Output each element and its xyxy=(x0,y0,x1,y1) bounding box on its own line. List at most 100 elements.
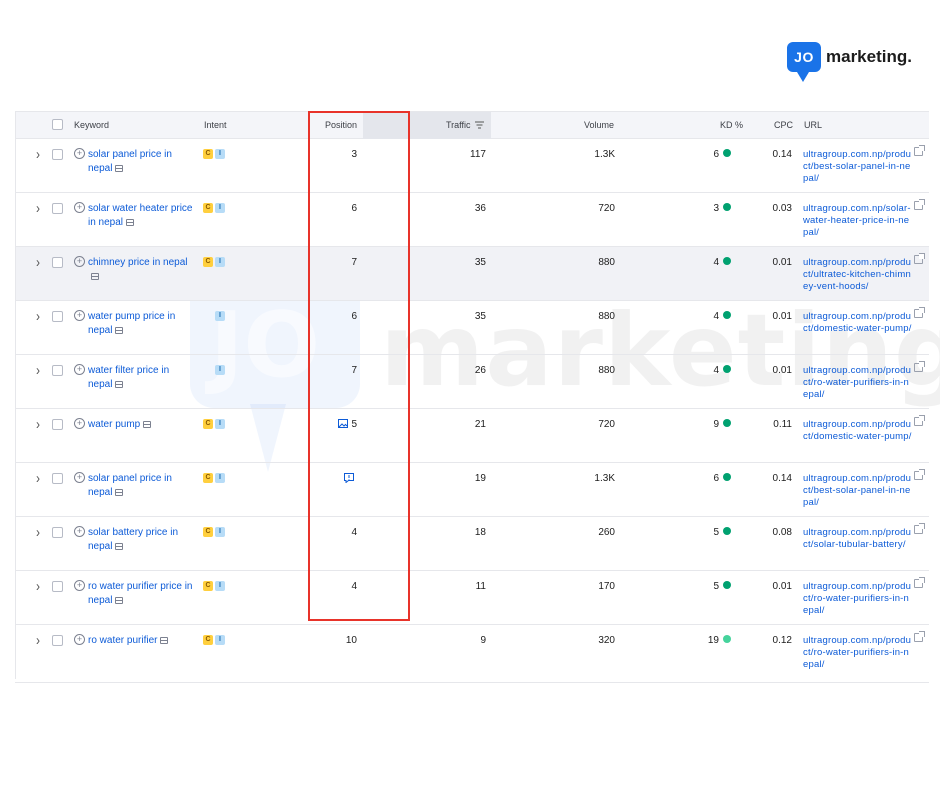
position-value: 6 xyxy=(316,311,357,322)
external-link-icon[interactable] xyxy=(914,469,925,480)
external-link-icon[interactable] xyxy=(914,415,925,426)
external-link-icon[interactable] xyxy=(914,577,925,588)
table-row[interactable]: › + water pump C I 5 21 720 9 0.11 ultragroup.com.… xyxy=(16,409,929,463)
serp-icon[interactable] xyxy=(115,165,124,172)
review-icon xyxy=(344,473,354,483)
intent-informational-badge: I xyxy=(215,365,225,375)
url-link[interactable]: ultragroup.com.np/solar-water-heater-pri… xyxy=(803,203,913,239)
keyword-link[interactable]: chimney price in nepal xyxy=(88,256,193,284)
header-intent[interactable]: Intent xyxy=(204,112,227,139)
serp-icon[interactable] xyxy=(115,543,124,550)
expand-chevron-icon[interactable]: › xyxy=(36,200,40,217)
url-link[interactable]: ultragroup.com.np/product/ultratec-kitch… xyxy=(803,257,913,293)
serp-icon[interactable] xyxy=(160,637,169,644)
url-link[interactable]: ultragroup.com.np/product/ro-water-purif… xyxy=(803,581,913,617)
serp-icon[interactable] xyxy=(143,421,152,428)
url-link[interactable]: ultragroup.com.np/product/best-solar-pan… xyxy=(803,149,913,185)
table-row[interactable]: › + solar panel price in nepal C I 19 1.3K 6 0.1… xyxy=(16,463,929,517)
keyword-link[interactable]: water pump xyxy=(88,418,193,432)
serp-icon[interactable] xyxy=(115,381,124,388)
header-kd[interactable]: KD % xyxy=(720,112,743,139)
header-cpc[interactable]: CPC xyxy=(774,112,793,139)
expand-chevron-icon[interactable]: › xyxy=(36,578,40,595)
url-link[interactable]: ultragroup.com.np/product/solar-tubular-… xyxy=(803,527,913,551)
add-keyword-icon[interactable]: + xyxy=(74,202,85,213)
expand-chevron-icon[interactable]: › xyxy=(36,470,40,487)
keyword-link[interactable]: solar water heater price in nepal xyxy=(88,202,193,230)
add-keyword-icon[interactable]: + xyxy=(74,418,85,429)
table-row[interactable]: › + ro water purifier C I 10 9 320 19 0.12 ultragr… xyxy=(16,625,929,679)
url-link[interactable]: ultragroup.com.np/product/ro-water-purif… xyxy=(803,365,913,401)
external-link-icon[interactable] xyxy=(914,145,925,156)
header-position[interactable]: Position xyxy=(325,112,357,139)
table-row[interactable]: › + chimney price in nepal C I 7 35 880 4 0.01 ult… xyxy=(16,247,929,301)
table-row[interactable]: › + solar battery price in nepal C I 4 18 260 5 0… xyxy=(16,517,929,571)
row-checkbox[interactable] xyxy=(52,419,63,430)
row-checkbox[interactable] xyxy=(52,257,63,268)
table-row[interactable]: › + water filter price in nepal I 7 26 880 4 0.0… xyxy=(16,355,929,409)
add-keyword-icon[interactable]: + xyxy=(74,310,85,321)
external-link-icon[interactable] xyxy=(914,523,925,534)
kd-number: 6 xyxy=(713,149,719,160)
expand-chevron-icon[interactable]: › xyxy=(36,254,40,271)
table-row[interactable]: › + solar panel price in nepal C I 3 117 1.3K 6 0… xyxy=(16,139,929,193)
expand-chevron-icon[interactable]: › xyxy=(36,416,40,433)
row-checkbox[interactable] xyxy=(52,365,63,376)
header-keyword[interactable]: Keyword xyxy=(74,112,109,139)
add-keyword-icon[interactable]: + xyxy=(74,580,85,591)
kd-difficulty-dot xyxy=(723,419,731,427)
header-traffic[interactable]: Traffic xyxy=(446,112,485,139)
external-link-icon[interactable] xyxy=(914,361,925,372)
add-keyword-icon[interactable]: + xyxy=(74,634,85,645)
kd-value: 4 xyxy=(676,365,731,376)
add-keyword-icon[interactable]: + xyxy=(74,526,85,537)
row-checkbox[interactable] xyxy=(52,473,63,484)
url-link[interactable]: ultragroup.com.np/product/best-solar-pan… xyxy=(803,473,913,509)
row-checkbox[interactable] xyxy=(52,203,63,214)
serp-icon[interactable] xyxy=(126,219,135,226)
row-checkbox[interactable] xyxy=(52,311,63,322)
keyword-link[interactable]: solar panel price in nepal xyxy=(88,472,193,500)
expand-chevron-icon[interactable]: › xyxy=(36,146,40,163)
keyword-link[interactable]: ro water purifier xyxy=(88,634,193,648)
url-link[interactable]: ultragroup.com.np/product/ro-water-purif… xyxy=(803,635,913,671)
serp-icon[interactable] xyxy=(91,273,99,280)
keyword-link[interactable]: solar battery price in nepal xyxy=(88,526,193,554)
expand-chevron-icon[interactable]: › xyxy=(36,308,40,325)
kd-value: 5 xyxy=(676,581,731,592)
keyword-link[interactable]: water filter price in nepal xyxy=(88,364,193,392)
expand-chevron-icon[interactable]: › xyxy=(36,524,40,541)
url-link[interactable]: ultragroup.com.np/product/domestic-water… xyxy=(803,419,913,443)
table-row[interactable]: › + ro water purifier price in nepal C I 4 11 1… xyxy=(16,571,929,625)
external-link-icon[interactable] xyxy=(914,631,925,642)
row-checkbox[interactable] xyxy=(52,149,63,160)
select-all-checkbox[interactable] xyxy=(52,119,63,130)
row-checkbox[interactable] xyxy=(52,581,63,592)
add-keyword-icon[interactable]: + xyxy=(74,256,85,267)
intent-commercial-badge: C xyxy=(203,527,213,537)
external-link-icon[interactable] xyxy=(914,253,925,264)
keyword-link[interactable]: ro water purifier price in nepal xyxy=(88,580,193,608)
header-volume[interactable]: Volume xyxy=(584,112,614,139)
keyword-link[interactable]: water pump price in nepal xyxy=(88,310,193,338)
keyword-link[interactable]: solar panel price in nepal xyxy=(88,148,193,176)
url-link[interactable]: ultragroup.com.np/product/domestic-water… xyxy=(803,311,913,335)
row-checkbox[interactable] xyxy=(52,635,63,646)
add-keyword-icon[interactable]: + xyxy=(74,148,85,159)
external-link-icon[interactable] xyxy=(914,307,925,318)
serp-icon[interactable] xyxy=(115,327,124,334)
kd-difficulty-dot xyxy=(723,581,731,589)
serp-icon[interactable] xyxy=(115,489,124,496)
external-link-icon[interactable] xyxy=(914,199,925,210)
table-row[interactable]: › + water pump price in nepal I 6 35 880 4 0.01 u… xyxy=(16,301,929,355)
add-keyword-icon[interactable]: + xyxy=(74,364,85,375)
header-url[interactable]: URL xyxy=(804,112,822,139)
traffic-value: 26 xyxy=(474,365,486,376)
serp-icon[interactable] xyxy=(115,597,124,604)
expand-chevron-icon[interactable]: › xyxy=(36,362,40,379)
expand-chevron-icon[interactable]: › xyxy=(36,632,40,649)
image-icon xyxy=(338,419,349,428)
row-checkbox[interactable] xyxy=(52,527,63,538)
table-row[interactable]: › + solar water heater price in nepal C I 6 36… xyxy=(16,193,929,247)
add-keyword-icon[interactable]: + xyxy=(74,472,85,483)
